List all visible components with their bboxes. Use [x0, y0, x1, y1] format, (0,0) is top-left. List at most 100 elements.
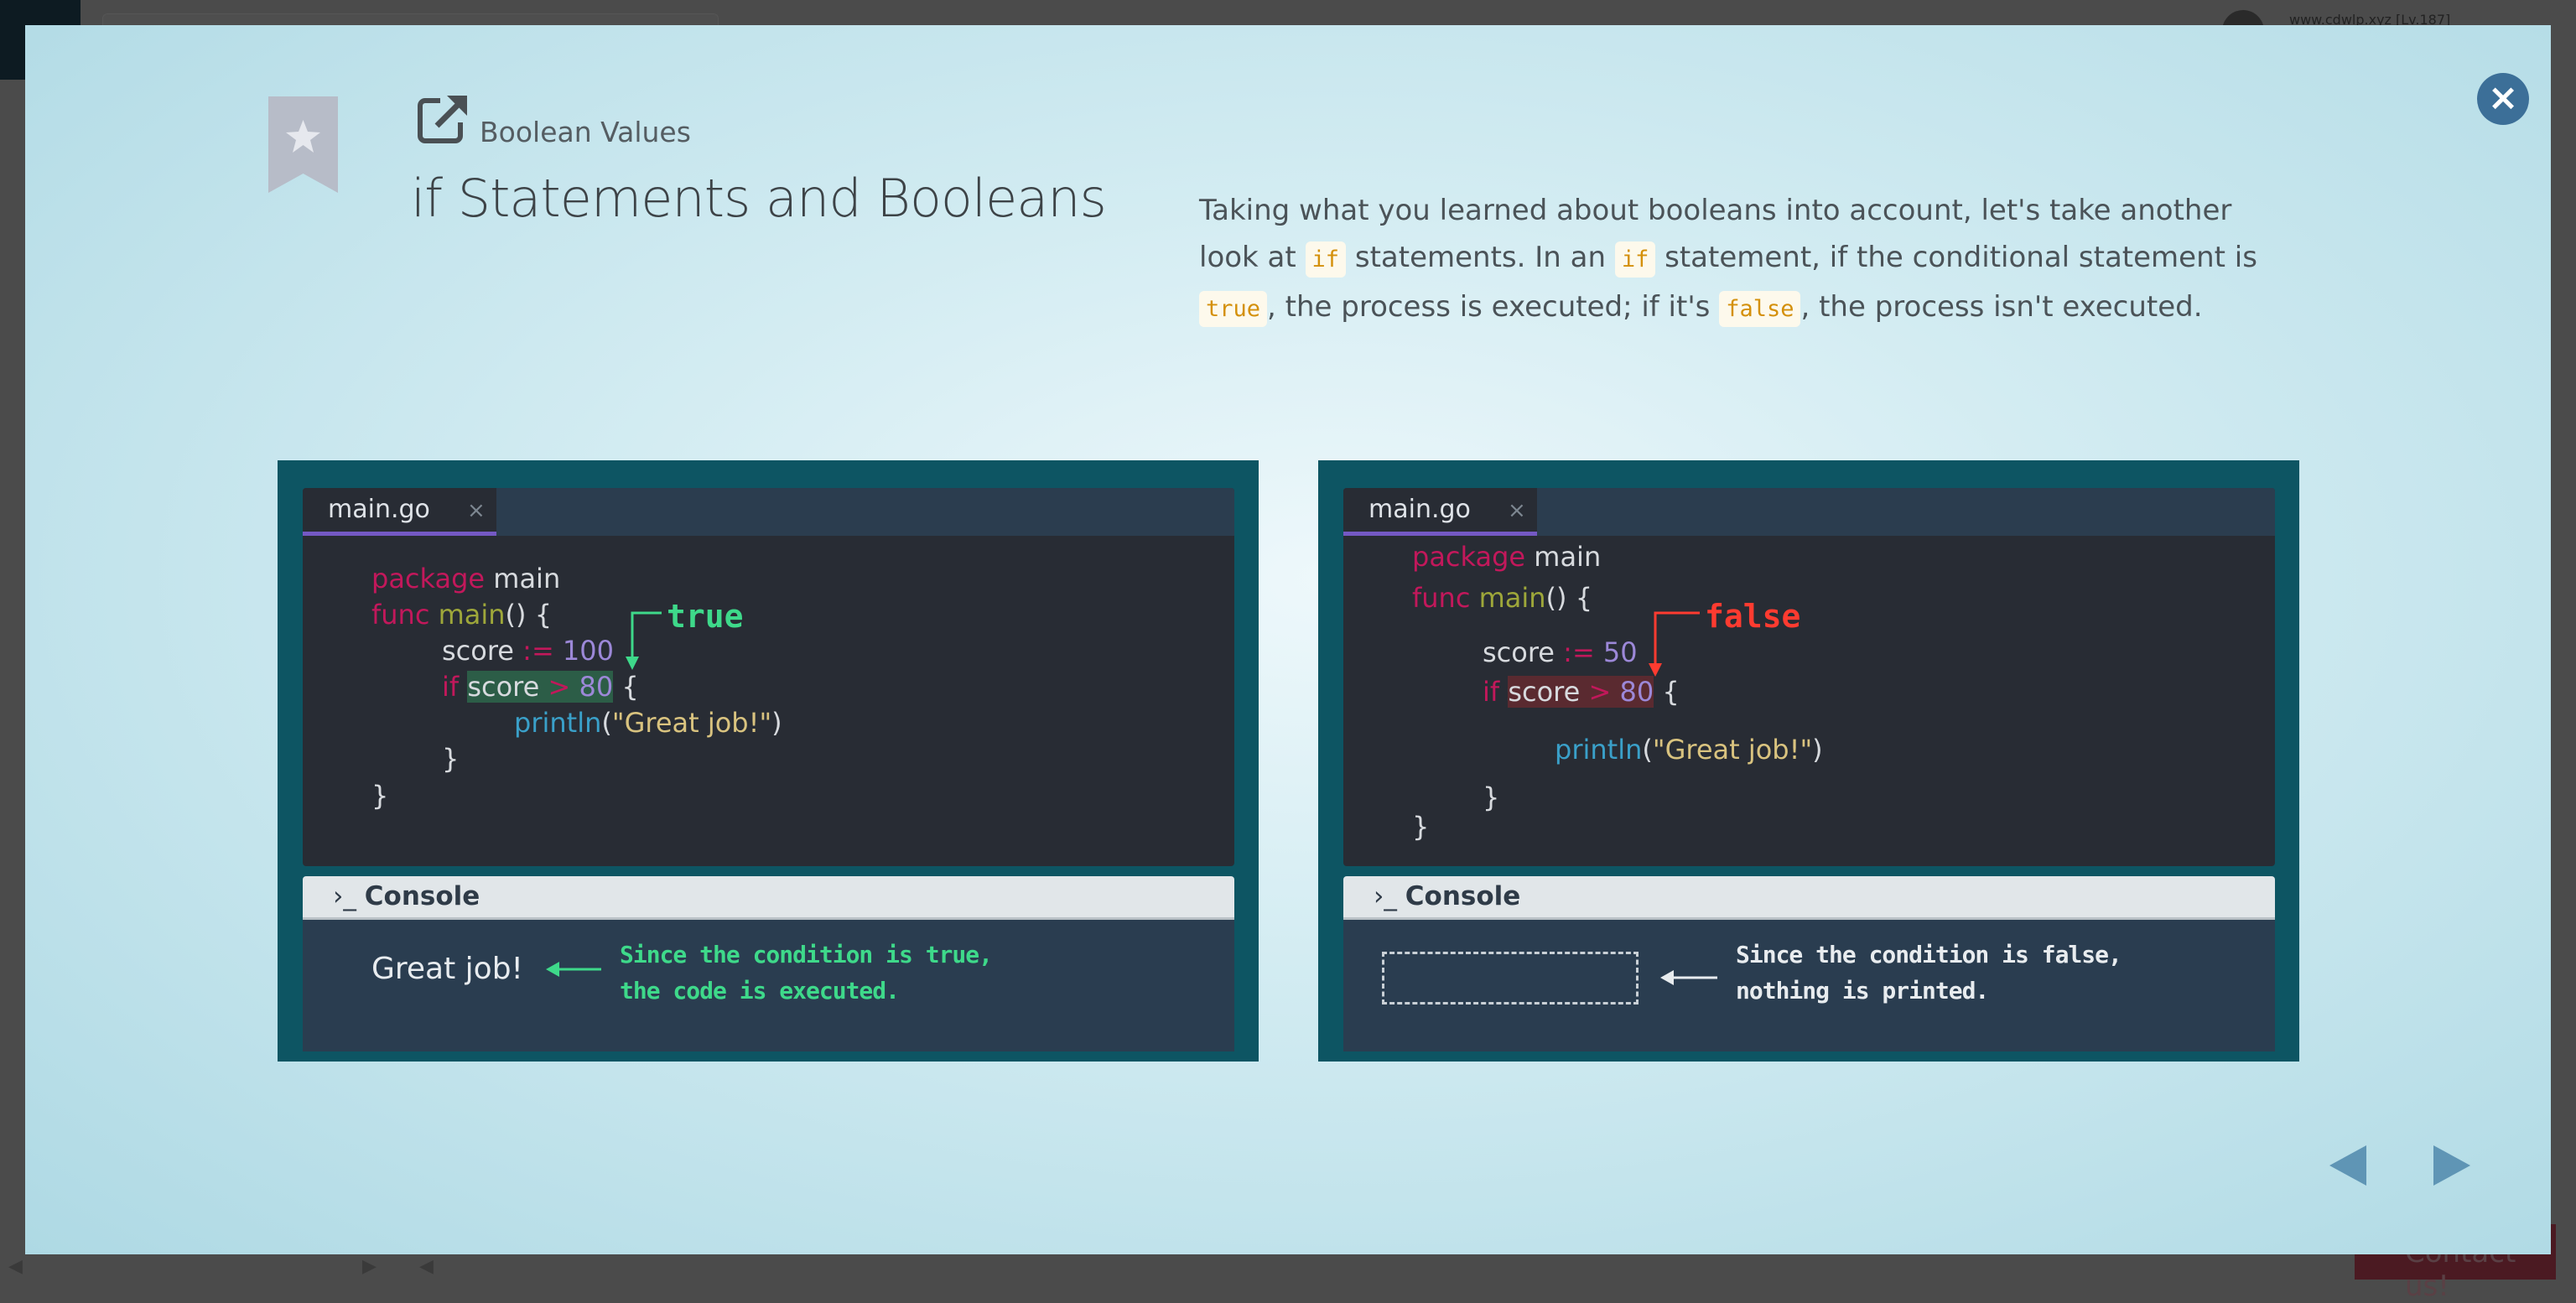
code-token: () {: [505, 599, 553, 631]
code-token: {: [1654, 676, 1680, 708]
terminal-icon: ›_: [1374, 881, 1405, 911]
inline-code: true: [1199, 291, 1268, 327]
code-token: func: [1412, 582, 1471, 614]
code-line: }: [1412, 809, 1429, 844]
condition-result-label: true: [667, 598, 744, 635]
empty-output-box: [1382, 952, 1639, 1005]
code-line: }: [442, 741, 459, 776]
code-example-false: main.go × package main func main() {score :…: [1318, 460, 2299, 1062]
code-line: if score > 80 {: [442, 669, 639, 704]
tab-close-icon[interactable]: ×: [467, 498, 486, 523]
code-line: if score > 80 {: [1483, 674, 1680, 709]
code-token: }: [442, 743, 460, 775]
terminal-icon: ›_: [333, 881, 365, 911]
tab-label: main.go: [1368, 495, 1471, 524]
code-line: }: [1483, 780, 1499, 815]
code-token: () {: [1545, 582, 1593, 614]
breadcrumb[interactable]: Boolean Values: [480, 116, 691, 148]
description-text: , the process is executed; if it's: [1267, 290, 1720, 324]
code-token: score: [442, 635, 523, 667]
editor-tab-bar: main.go ×: [1343, 488, 2275, 536]
code-token: 50: [1602, 636, 1638, 668]
console-output: Great job!: [371, 952, 523, 986]
scroll-right-icon[interactable]: ▶: [362, 1256, 377, 1277]
description-text: statement, if the conditional statement …: [1655, 241, 2257, 274]
console-label: Console: [1405, 881, 1521, 911]
annotation-text: the code is executed.: [620, 977, 900, 1005]
code-token: if: [442, 671, 460, 703]
code-token: func: [371, 599, 430, 631]
console-label: Console: [364, 881, 480, 911]
code-line: func main() {: [1412, 580, 1592, 615]
code-token: >: [1588, 676, 1620, 708]
scroll-left-icon[interactable]: ◀: [8, 1256, 23, 1277]
inline-code: false: [1719, 291, 1801, 327]
tab-main-go[interactable]: main.go ×: [303, 488, 496, 536]
condition-result-label: false: [1705, 598, 1801, 635]
annotation-text: Since the condition is false,: [1736, 941, 2122, 968]
code-line: println("Great job!"): [514, 705, 782, 740]
code-token: main: [438, 599, 506, 631]
console-header[interactable]: ›_ Console: [1343, 876, 2275, 920]
code-token: 80: [1619, 676, 1654, 708]
code-token: if: [1483, 676, 1500, 708]
code-token: :=: [522, 635, 554, 667]
external-link-icon[interactable]: [415, 92, 469, 146]
code-line: package main: [1412, 539, 1601, 574]
code-token: ): [771, 707, 782, 739]
triangle-right-icon[interactable]: [2433, 1145, 2470, 1186]
code-token: 80: [579, 671, 614, 703]
inline-code: if: [1305, 241, 1347, 278]
editor-tab-bar: main.go ×: [303, 488, 1234, 536]
code-token: }: [371, 780, 389, 812]
code-line: println("Great job!"): [1555, 732, 1823, 767]
horizontal-scrollbar[interactable]: ◀ ▶ ◀: [0, 1254, 2576, 1280]
code-token: main: [1525, 541, 1602, 573]
code-token: }: [1483, 781, 1500, 813]
lesson-description: Taking what you learned about booleans i…: [1199, 187, 2281, 333]
annotation-text: nothing is printed.: [1736, 977, 1989, 1005]
annotation-text: Since the condition is true,: [620, 941, 993, 968]
code-token: main: [485, 563, 561, 594]
console-header[interactable]: ›_ Console: [303, 876, 1234, 920]
code-token: main: [1478, 582, 1546, 614]
tab-label: main.go: [328, 495, 430, 524]
triangle-left-icon[interactable]: [2329, 1145, 2366, 1186]
close-circle-icon[interactable]: ×: [2477, 73, 2529, 125]
code-token: {: [613, 671, 639, 703]
code-token: score: [467, 671, 548, 703]
code-token: (: [1642, 734, 1653, 766]
code-token: println: [514, 707, 602, 739]
code-token: package: [1412, 541, 1526, 573]
description-text: statements. In an: [1346, 241, 1615, 274]
tab-close-icon[interactable]: ×: [1508, 498, 1526, 523]
code-token: println: [1555, 734, 1643, 766]
code-token: 100: [562, 635, 614, 667]
code-line: package main: [371, 561, 560, 596]
code-token: "Great job!": [611, 707, 772, 739]
code-line: score := 100: [442, 633, 614, 668]
description-text: , the process isn't executed.: [1800, 290, 2203, 324]
code-token: package: [371, 563, 486, 594]
bookmark-star-icon[interactable]: [268, 96, 338, 193]
code-token: score: [1508, 676, 1589, 708]
page-title: if Statements and Booleans: [411, 168, 1107, 229]
code-token: >: [548, 671, 579, 703]
code-token: }: [1412, 811, 1430, 843]
tab-main-go[interactable]: main.go ×: [1343, 488, 1537, 536]
inline-code: if: [1614, 241, 1656, 278]
code-line: func main() {: [371, 597, 552, 632]
code-example-true: main.go × package main func main() {score :…: [278, 460, 1259, 1062]
code-token: ): [1812, 734, 1823, 766]
code-token: "Great job!": [1652, 734, 1813, 766]
code-token: (: [601, 707, 612, 739]
code-line: }: [371, 778, 388, 813]
scroll-left-icon[interactable]: ◀: [419, 1256, 434, 1277]
code-line: score := 50: [1483, 635, 1638, 670]
